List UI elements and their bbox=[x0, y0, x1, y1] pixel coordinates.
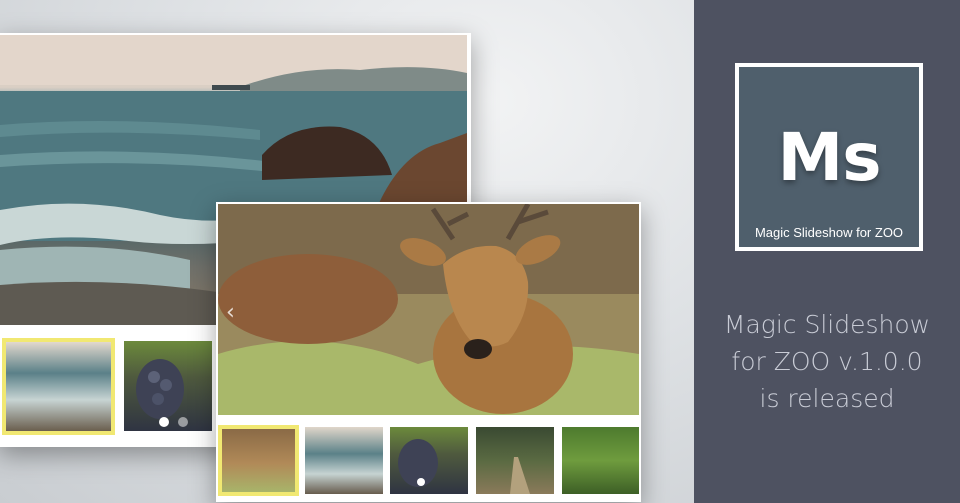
slideshow-front: ‹ bbox=[216, 202, 641, 502]
logo-subtitle: Magic Slideshow for ZOO bbox=[754, 225, 904, 240]
grapes-scene bbox=[136, 359, 184, 419]
release-line-2: for ZOO v.1.0.0 bbox=[731, 347, 923, 376]
logo-box: Ms Magic Slideshow for ZOO bbox=[735, 63, 923, 251]
chevron-left-icon[interactable]: ‹ bbox=[226, 300, 235, 325]
pagination-dot-icon[interactable] bbox=[178, 417, 188, 427]
slide-deer-image[interactable]: ‹ bbox=[218, 204, 639, 415]
thumb-deer[interactable] bbox=[218, 425, 299, 496]
grapes-small-scene bbox=[398, 439, 438, 487]
release-line-1: Magic Slideshow bbox=[723, 310, 931, 339]
release-panel: Ms Magic Slideshow for ZOO Magic Slidesh… bbox=[694, 0, 960, 503]
logo-letters: Ms bbox=[777, 119, 882, 196]
thumb-grapes[interactable] bbox=[124, 341, 212, 431]
release-line-3: is released bbox=[759, 384, 895, 413]
forest-path-scene bbox=[510, 457, 530, 494]
release-announcement: Magic Slideshow for ZOO v.1.0.0 is relea… bbox=[694, 306, 960, 417]
thumb-ocean-small[interactable] bbox=[305, 427, 383, 494]
thumb-fern[interactable] bbox=[562, 427, 639, 494]
pagination-dot-icon[interactable] bbox=[159, 417, 169, 427]
thumb-ocean[interactable] bbox=[2, 338, 115, 435]
pagination-dot-icon[interactable] bbox=[417, 478, 425, 486]
thumb-grapes-small[interactable] bbox=[390, 427, 468, 494]
deer-scene bbox=[218, 204, 639, 415]
thumb-forest-path[interactable] bbox=[476, 427, 554, 494]
